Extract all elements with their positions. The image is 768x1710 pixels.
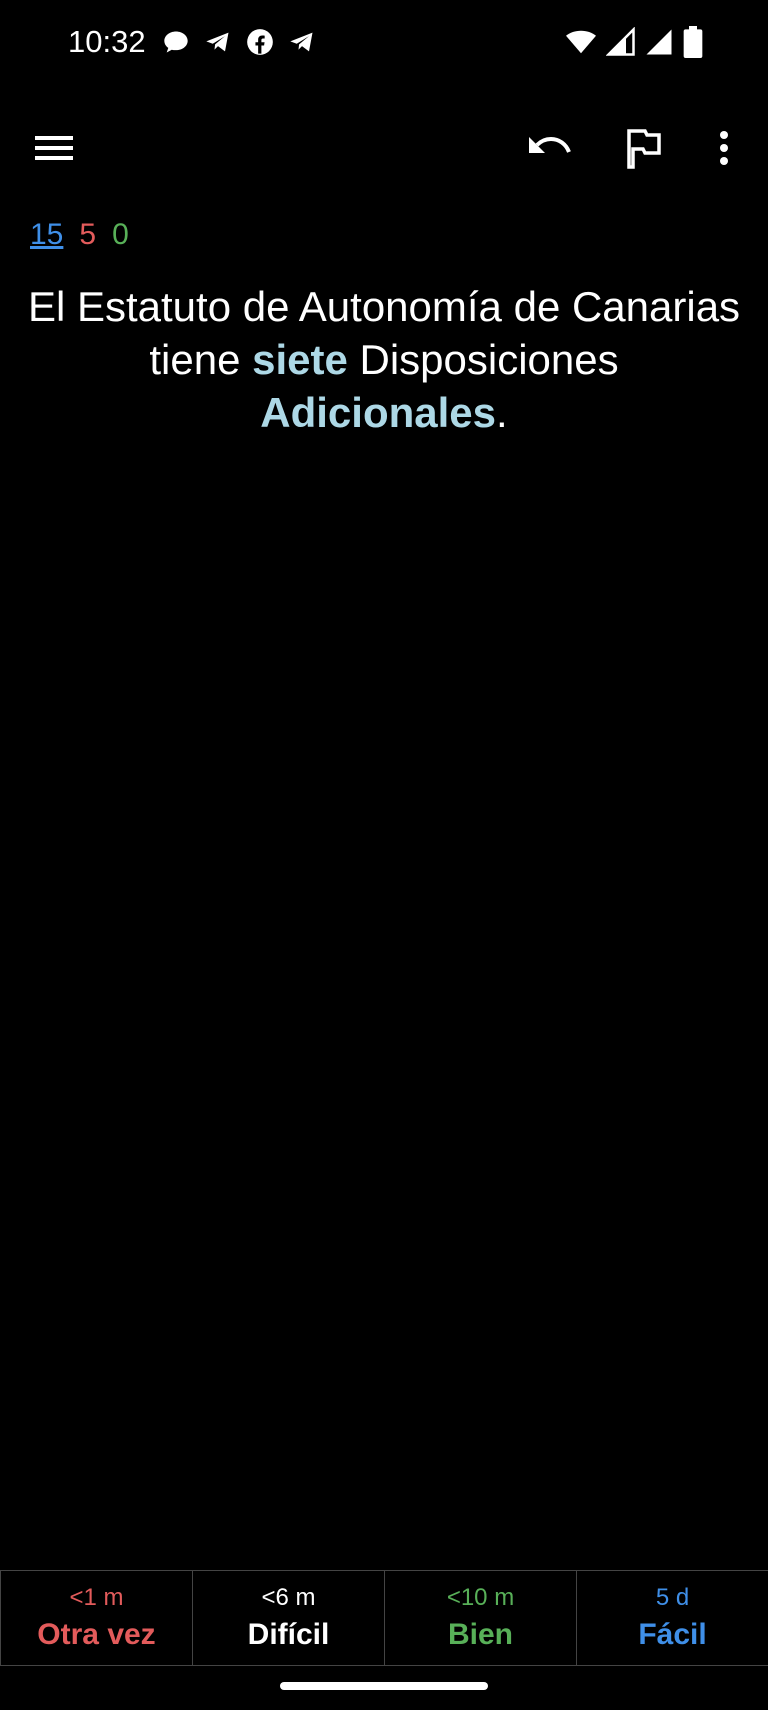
review-count: 0: [112, 218, 129, 251]
flag-icon: [627, 129, 661, 169]
telegram-icon: [206, 32, 229, 52]
home-indicator[interactable]: [280, 1682, 488, 1690]
signal-icon: [646, 29, 672, 55]
good-button[interactable]: <10 m Bien: [385, 1571, 577, 1665]
chat-bubble-icon: [164, 31, 188, 53]
easy-button[interactable]: 5 d Fácil: [577, 1571, 768, 1665]
undo-icon: [529, 136, 571, 153]
telegram-icon: [290, 32, 313, 52]
undo-button[interactable]: [525, 124, 573, 172]
card-text-part: .: [496, 389, 508, 436]
good-label: Bien: [447, 1618, 513, 1651]
answer-buttons-bar: <1 m Otra vez <6 m Difícil <10 m Bien 5 …: [0, 1570, 768, 1666]
wifi-icon: [566, 30, 596, 54]
card-highlight: Adicionales: [260, 389, 497, 436]
notification-icons: [162, 28, 318, 56]
easy-label: Fácil: [638, 1618, 707, 1651]
learning-count: 5: [79, 218, 97, 251]
signal-icon: [606, 27, 635, 56]
more-vert-icon: [720, 131, 728, 165]
hard-button[interactable]: <6 m Difícil: [193, 1571, 385, 1665]
hard-interval: <6 m: [261, 1584, 316, 1611]
new-count: 15: [30, 218, 64, 251]
more-options-button[interactable]: [700, 124, 748, 172]
status-time: 10:32: [68, 24, 146, 59]
card-text-part: Disposiciones: [347, 336, 619, 383]
system-icons: [564, 26, 704, 58]
menu-button[interactable]: [30, 124, 78, 172]
hard-label: Difícil: [247, 1618, 330, 1651]
facebook-icon: [247, 29, 273, 55]
battery-icon: [683, 26, 703, 58]
status-bar: 10:32: [0, 0, 768, 88]
menu-icon: [35, 136, 73, 160]
again-interval: <1 m: [69, 1584, 124, 1611]
again-label: Otra vez: [37, 1618, 156, 1651]
again-button[interactable]: <1 m Otra vez: [0, 1571, 193, 1665]
toolbar: [0, 110, 768, 186]
flag-button[interactable]: [620, 124, 668, 172]
easy-interval: 5 d: [655, 1584, 690, 1611]
card-content[interactable]: El Estatuto de Autonomía de Canarias tie…: [20, 280, 748, 439]
card-highlight: siete: [252, 336, 348, 383]
good-interval: <10 m: [446, 1584, 515, 1611]
card-counts: 15 5 0: [30, 218, 129, 252]
